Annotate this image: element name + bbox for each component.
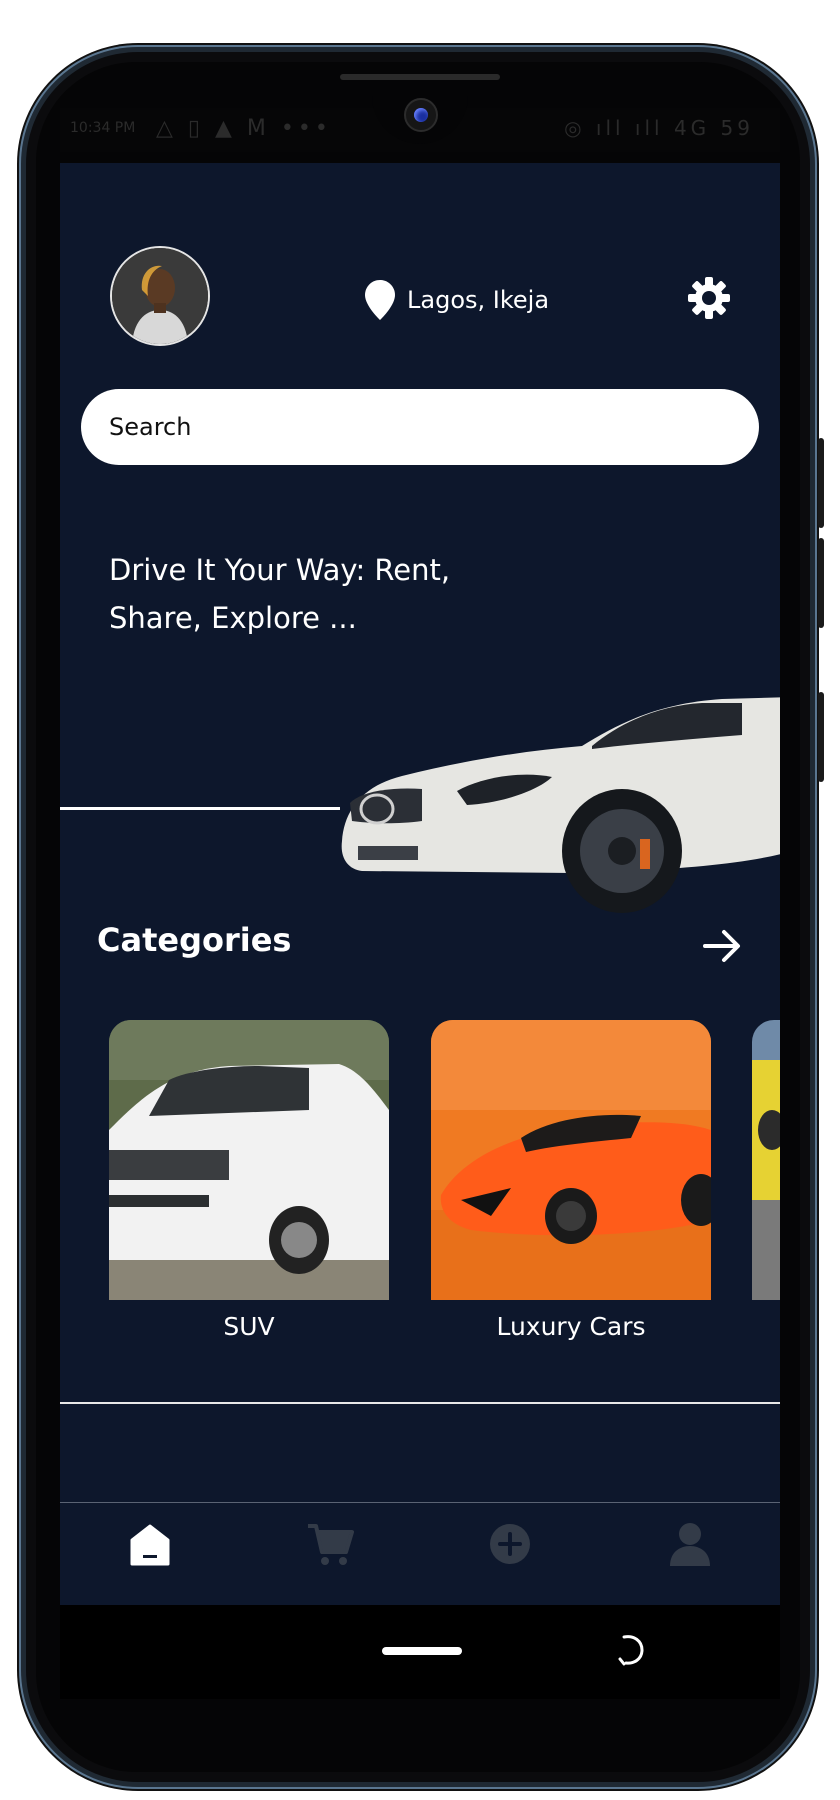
location-selector[interactable]: Lagos, Ikeja	[365, 278, 549, 322]
gear-icon[interactable]	[687, 276, 731, 320]
categories-heading: Categories	[97, 921, 292, 959]
front-camera	[404, 98, 438, 132]
app-screen: Lagos, Ikeja Drive It Your Way: Rent, Sh…	[60, 163, 780, 1605]
category-card-suv[interactable]: SUV	[109, 1020, 389, 1341]
arrow-right-icon[interactable]	[702, 926, 742, 966]
bottom-nav-divider	[60, 1502, 780, 1503]
category-image-luxury-cars	[431, 1020, 711, 1300]
category-card-luxury-cars[interactable]: Luxury Cars	[431, 1020, 711, 1341]
avatar-photo	[112, 248, 208, 344]
system-navigation-bar	[60, 1605, 780, 1699]
category-label-luxury-cars: Luxury Cars	[496, 1312, 646, 1341]
status-time: 10:34 PM	[70, 120, 136, 136]
home-gesture-bar[interactable]	[382, 1647, 462, 1655]
search-input[interactable]	[81, 389, 759, 465]
plus-circle-icon[interactable]	[486, 1520, 534, 1568]
map-pin-icon	[365, 280, 395, 320]
hero-car-image	[341, 697, 780, 913]
hero-divider	[60, 807, 340, 810]
status-notification-icons: △ ▯ ▲ M •••	[156, 116, 332, 141]
category-card-partial[interactable]	[752, 1020, 780, 1300]
category-image-suv	[109, 1020, 389, 1300]
volume-up-button	[818, 438, 824, 528]
earpiece-speaker	[340, 74, 500, 80]
cart-icon[interactable]	[306, 1520, 354, 1568]
location-label: Lagos, Ikeja	[407, 286, 550, 314]
avatar[interactable]	[110, 246, 210, 346]
user-icon[interactable]	[666, 1520, 714, 1568]
back-gesture-icon[interactable]	[616, 1633, 646, 1667]
power-button	[818, 692, 824, 782]
volume-down-button	[818, 538, 824, 628]
category-image-partial	[752, 1020, 780, 1300]
content-divider	[60, 1402, 780, 1404]
status-system-icons: ◎ ıll ıll 4G 59	[564, 116, 754, 140]
home-icon[interactable]	[126, 1520, 174, 1568]
hero-tagline: Drive It Your Way: Rent, Share, Explore …	[109, 553, 451, 635]
category-label-suv: SUV	[223, 1312, 275, 1341]
